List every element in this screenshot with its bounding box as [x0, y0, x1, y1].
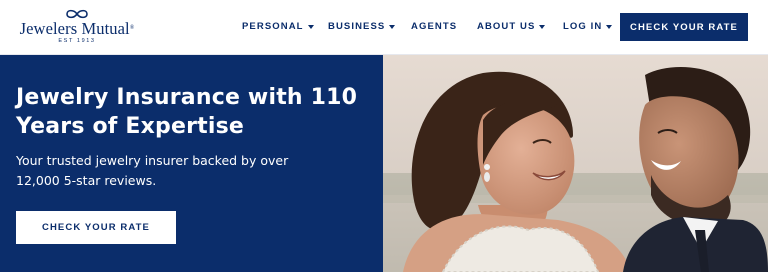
- check-your-rate-hero-button[interactable]: CHECK YOUR RATE: [16, 211, 176, 244]
- nav-item-about-us[interactable]: ABOUT US: [477, 21, 546, 32]
- brand-logo[interactable]: Jewelers Mutual® EST 1913: [18, 8, 136, 48]
- nav-item-agents[interactable]: AGENTS: [411, 21, 457, 32]
- hero-title: Jewelry Insurance with 110 Years of Expe…: [16, 85, 358, 139]
- nav-item-log-in[interactable]: LOG IN: [563, 21, 613, 32]
- nav-item-label: BUSINESS: [328, 21, 386, 32]
- nav-item-label: ABOUT US: [477, 21, 536, 32]
- nav-item-label: PERSONAL: [242, 21, 304, 32]
- chevron-down-icon: [539, 24, 546, 29]
- hero-subtitle: Your trusted jewelry insurer backed by o…: [16, 153, 289, 188]
- chevron-down-icon: [389, 24, 396, 29]
- hero-couple-photo: [383, 55, 768, 272]
- chevron-down-icon: [606, 24, 613, 29]
- nav-item-personal[interactable]: PERSONAL: [242, 21, 314, 32]
- brand-name: Jewelers Mutual®: [19, 19, 135, 38]
- couple-smiling-photo: [383, 55, 768, 272]
- site-header: Jewelers Mutual® EST 1913 PERSONAL BUSIN…: [0, 0, 768, 55]
- nav-item-label: LOG IN: [563, 21, 603, 32]
- nav-item-label: AGENTS: [411, 21, 458, 32]
- chevron-down-icon: [307, 24, 314, 29]
- hero-panel: Jewelry Insurance with 110 Years of Expe…: [0, 55, 383, 272]
- nav-item-business[interactable]: BUSINESS: [328, 21, 396, 32]
- check-your-rate-header-button[interactable]: CHECK YOUR RATE: [620, 13, 748, 41]
- brand-established: EST 1913: [58, 38, 96, 44]
